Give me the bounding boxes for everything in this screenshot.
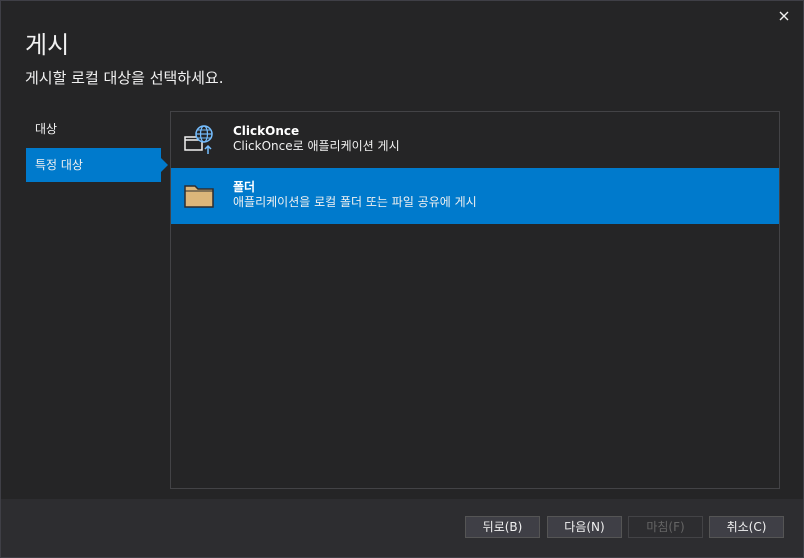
option-title: 폴더 [233, 180, 256, 194]
option-description: ClickOnce로 애플리케이션 게시 [233, 139, 400, 153]
option-clickonce[interactable]: ClickOnce ClickOnce로 애플리케이션 게시 [171, 112, 779, 168]
folder-icon [184, 185, 214, 208]
clickonce-globe-icon [184, 125, 213, 154]
close-button[interactable] [775, 7, 793, 25]
next-button[interactable]: 다음(N) [547, 516, 622, 538]
sidebar-item-target[interactable]: 대상 [26, 112, 166, 146]
sidebar-item-label: 대상 [35, 122, 58, 136]
option-description: 애플리케이션을 로컬 폴더 또는 파일 공유에 게시 [233, 195, 477, 209]
sidebar-item-specific-target[interactable]: 특정 대상 [26, 148, 168, 182]
finish-button[interactable]: 마침(F) [628, 516, 703, 538]
cancel-button[interactable]: 취소(C) [709, 516, 784, 538]
dialog-title: 게시 [25, 31, 70, 59]
target-options-list: ClickOnce ClickOnce로 애플리케이션 게시 폴더 애플리케이션… [170, 111, 780, 489]
close-icon [779, 11, 789, 21]
option-folder[interactable]: 폴더 애플리케이션을 로컬 폴더 또는 파일 공유에 게시 [171, 168, 779, 224]
dialog-footer: 뒤로(B) 다음(N) 마침(F) 취소(C) [1, 499, 803, 557]
option-title: ClickOnce [233, 124, 300, 138]
dialog-subtitle: 게시할 로컬 대상을 선택하세요. [25, 69, 224, 87]
sidebar-item-label: 특정 대상 [35, 158, 83, 172]
back-button[interactable]: 뒤로(B) [465, 516, 540, 538]
publish-dialog: 게시 게시할 로컬 대상을 선택하세요. 대상 특정 대상 ClickOnce … [0, 0, 804, 558]
sidebar: 대상 특정 대상 [26, 112, 168, 184]
